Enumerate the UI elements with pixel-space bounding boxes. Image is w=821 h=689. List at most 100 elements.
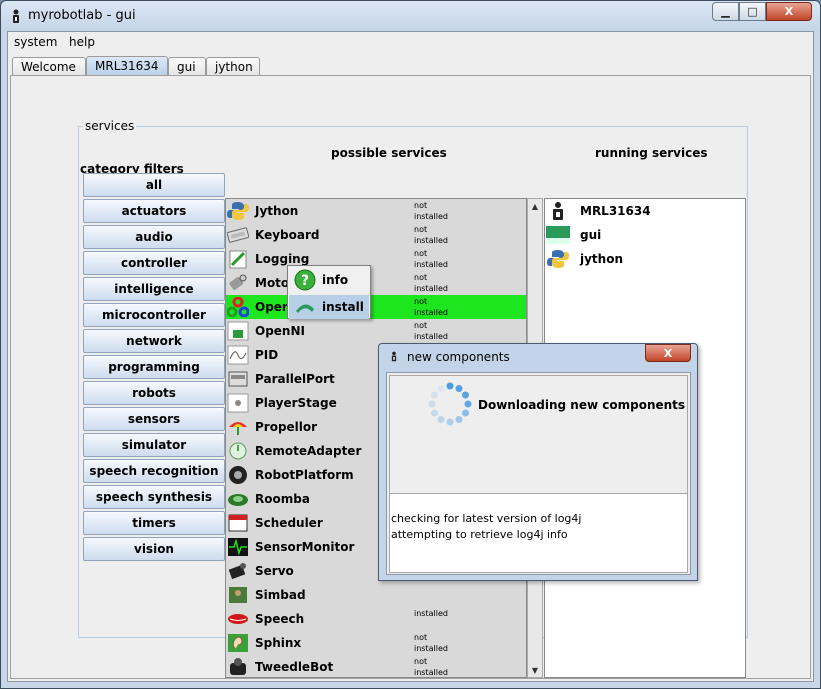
service-status: installed — [414, 609, 448, 618]
service-name: PID — [255, 348, 279, 362]
gui-icon — [546, 226, 570, 244]
filter-microcontroller-button[interactable]: microcontroller — [83, 303, 225, 327]
running-service-row-jython[interactable]: jython — [545, 247, 745, 271]
running-service-name: jython — [580, 252, 624, 266]
service-status: notinstalled — [414, 249, 448, 269]
dialog-log-area: checking for latest version of log4j att… — [389, 493, 688, 573]
service-name: Sphinx — [255, 636, 302, 650]
service-name: Simbad — [255, 588, 306, 602]
service-row-jython[interactable]: Jython not installed — [226, 199, 526, 223]
parallel-port-icon — [228, 371, 248, 387]
remote-adapter-icon — [229, 442, 247, 460]
pid-icon — [227, 345, 249, 365]
tweedlebot-icon — [230, 658, 246, 675]
service-name: PlayerStage — [255, 396, 337, 410]
service-status: notinstalled — [414, 657, 448, 677]
sensor-monitor-icon — [228, 538, 248, 556]
tab-jython[interactable]: jython — [206, 57, 260, 76]
tab-welcome[interactable]: Welcome — [12, 57, 86, 76]
service-name: SensorMonitor — [255, 540, 355, 554]
sphinx-icon — [228, 634, 248, 652]
simbad-icon — [229, 587, 247, 603]
filter-speech-recognition-button[interactable]: speech recognition — [83, 459, 225, 483]
dialog-close-button[interactable]: X — [645, 344, 691, 362]
filter-robots-button[interactable]: robots — [83, 381, 225, 405]
tab-bar: Welcome MRL31634 gui jython — [8, 56, 813, 76]
scroll-down-arrow-icon[interactable]: ▼ — [528, 663, 542, 677]
openni-icon — [227, 321, 249, 341]
service-status: notinstalled — [414, 225, 448, 245]
service-status: notinstalled — [414, 297, 448, 317]
service-row-simbad[interactable]: Simbad — [226, 583, 526, 607]
service-name: Scheduler — [255, 516, 323, 530]
filter-audio-button[interactable]: audio — [83, 225, 225, 249]
filter-controller-button[interactable]: controller — [83, 251, 225, 275]
context-menu-info[interactable]: ? info — [289, 268, 369, 292]
menu-system[interactable]: system — [14, 35, 57, 49]
filter-timers-button[interactable]: timers — [83, 511, 225, 535]
running-service-row-mrl31634[interactable]: MRL31634 — [545, 199, 745, 223]
service-row-openni[interactable]: OpenNI not installed — [226, 319, 526, 343]
dialog-status-area: Downloading new components — [389, 375, 688, 493]
scroll-up-arrow-icon[interactable]: ▲ — [528, 199, 542, 213]
service-row-speech[interactable]: Speech installed — [226, 607, 526, 631]
window-title: myrobotlab - gui — [28, 8, 136, 23]
maximize-button[interactable]: □ — [739, 2, 766, 21]
tab-mrl31634[interactable]: MRL31634 — [86, 56, 168, 76]
service-name: TweedleBot — [255, 660, 334, 674]
filter-vision-button[interactable]: vision — [83, 537, 225, 561]
service-row-tweedlebot[interactable]: TweedleBot not installed — [226, 655, 526, 677]
filter-network-button[interactable]: network — [83, 329, 225, 353]
log-line: attempting to retrieve log4j info — [391, 528, 568, 541]
running-services-heading: running services — [595, 146, 708, 160]
menu-help[interactable]: help — [69, 35, 95, 49]
services-group-title: services — [83, 119, 137, 133]
motor-icon — [229, 274, 247, 290]
running-service-row-gui[interactable]: gui — [545, 223, 745, 247]
robot-platform-icon — [229, 466, 247, 484]
mrl-icon — [553, 202, 563, 220]
roomba-icon — [228, 494, 248, 506]
dialog-title: new components — [407, 350, 510, 364]
context-menu-label: info — [322, 273, 349, 287]
service-name: RobotPlatform — [255, 468, 354, 482]
title-bar[interactable]: myrobotlab - gui ▁ □ X — [1, 1, 820, 31]
service-row-opencv[interactable]: OpenCV not installed — [226, 295, 526, 319]
service-row-keyboard[interactable]: Keyboard not installed — [226, 223, 526, 247]
running-service-name: MRL31634 — [580, 204, 651, 218]
context-menu: ? info install — [287, 265, 371, 319]
menu-bar: system help — [8, 32, 813, 54]
propellor-icon — [229, 422, 247, 435]
service-row-motor[interactable]: Motor not installed — [226, 271, 526, 295]
filter-intelligence-button[interactable]: intelligence — [83, 277, 225, 301]
service-status: notinstalled — [414, 273, 448, 293]
close-button[interactable]: X — [766, 2, 812, 21]
service-name: Propellor — [255, 420, 318, 434]
filter-speech-synthesis-button[interactable]: speech synthesis — [83, 485, 225, 509]
servo-icon — [228, 563, 246, 580]
app-icon — [391, 351, 397, 362]
scheduler-icon — [228, 514, 248, 532]
filter-actuators-button[interactable]: actuators — [83, 199, 225, 223]
dialog-message: Downloading new components — [478, 398, 686, 412]
python-icon — [227, 202, 249, 220]
filter-all-button[interactable]: all — [83, 173, 225, 197]
filter-sensors-button[interactable]: sensors — [83, 407, 225, 431]
install-icon — [296, 304, 314, 313]
tab-gui[interactable]: gui — [168, 57, 206, 76]
context-menu-install[interactable]: install — [289, 295, 369, 319]
minimize-button[interactable]: ▁ — [712, 2, 739, 21]
context-menu-label: install — [322, 300, 364, 314]
svg-text:?: ? — [301, 273, 309, 289]
service-status: notinstalled — [414, 201, 448, 221]
service-name: RemoteAdapter — [255, 444, 362, 458]
app-icon — [13, 9, 19, 23]
service-row-logging[interactable]: Logging not installed — [226, 247, 526, 271]
service-status: notinstalled — [414, 321, 448, 341]
service-status: notinstalled — [414, 633, 448, 653]
service-name: OpenNI — [255, 324, 305, 338]
service-row-sphinx[interactable]: Sphinx not installed — [226, 631, 526, 655]
filter-simulator-button[interactable]: simulator — [83, 433, 225, 457]
help-icon: ? — [294, 269, 316, 291]
filter-programming-button[interactable]: programming — [83, 355, 225, 379]
